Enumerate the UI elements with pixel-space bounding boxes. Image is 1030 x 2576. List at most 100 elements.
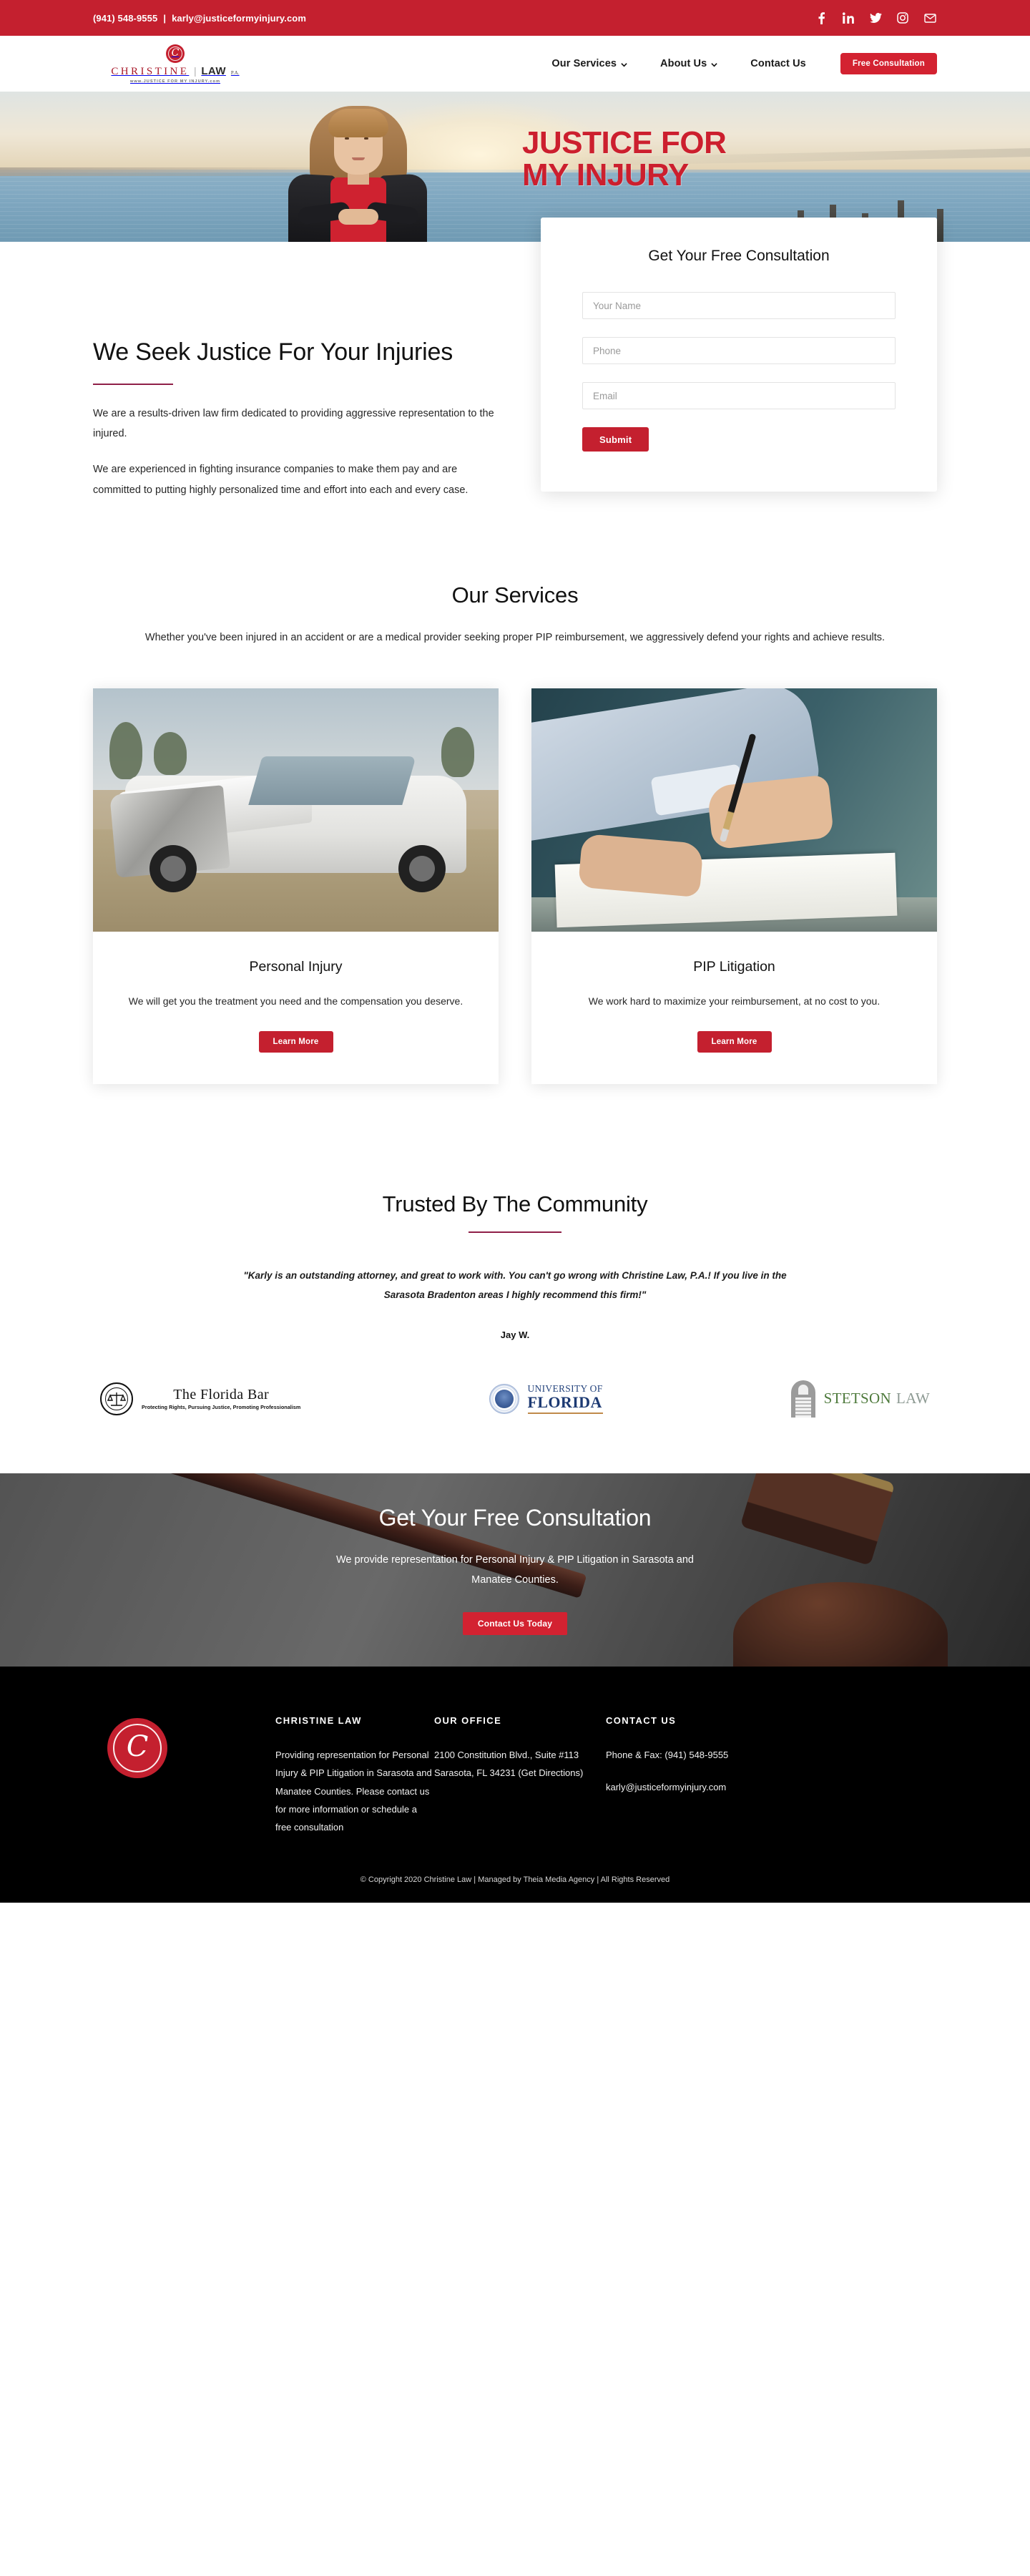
footer-monogram-letter: C <box>126 1730 149 1764</box>
instagram-icon[interactable] <box>896 11 910 25</box>
hero-piling <box>937 209 943 242</box>
testimonial-author: Jay W. <box>500 1329 530 1340</box>
top-contact-bar: (941) 548-9555 | karly@justiceformyinjur… <box>0 0 1030 36</box>
nav-label: Contact Us <box>750 58 806 69</box>
footer-copyright: © Copyright 2020 Christine Law | Managed… <box>0 1836 1030 1903</box>
main-navigation: Our Services About Us Contact Us <box>551 58 805 69</box>
footer-column-our-office: OUR OFFICE 2100 Constitution Blvd., Suit… <box>434 1715 606 1837</box>
logo-wordmark: CHRISTINE | LAW P.A. <box>111 65 239 78</box>
trust-section: Trusted By The Community "Karly is an ou… <box>0 1162 1030 1473</box>
service-card-pip-litigation[interactable]: PIP Litigation We work hard to maximize … <box>531 688 937 1084</box>
footer-heading-our-office: OUR OFFICE <box>434 1714 502 1726</box>
facebook-icon[interactable] <box>814 11 828 25</box>
footer-logo-column: C <box>93 1715 275 1837</box>
nav-item-our-services[interactable]: Our Services <box>551 58 627 69</box>
footer-about-text: Providing representation for Personal In… <box>275 1749 432 1833</box>
trust-logos: The Florida Bar Protecting Rights, Pursu… <box>93 1380 937 1418</box>
submit-button[interactable]: Submit <box>582 427 649 452</box>
footer-phone[interactable]: Phone & Fax: (941) 548-9555 <box>606 1746 842 1764</box>
logo-pa-suffix: P.A. <box>230 69 240 76</box>
twitter-icon[interactable] <box>868 11 883 25</box>
topbar-phone-link[interactable]: (941) 548-9555 <box>93 13 157 24</box>
hero-headline: JUSTICE FOR MY INJURY <box>522 125 727 192</box>
uf-line-1: UNIVERSITY OF <box>527 1383 603 1395</box>
hero-headline-line-1: JUSTICE FOR <box>522 125 727 160</box>
stetson-law-word: LAW <box>896 1390 930 1407</box>
email-icon[interactable] <box>923 11 937 25</box>
logo-monogram-letter: C <box>171 47 180 59</box>
attorney-portrait <box>254 97 461 242</box>
footer-email[interactable]: karly@justiceformyinjury.com <box>606 1778 842 1796</box>
intro-text-block: We Seek Justice For Your Injuries We are… <box>93 242 501 500</box>
contact-us-today-button[interactable]: Contact Us Today <box>462 1611 568 1635</box>
hero-headline-line-2: MY INJURY <box>522 157 689 192</box>
logo-divider: | <box>194 65 197 77</box>
form-title: Get Your Free Consultation <box>648 248 830 264</box>
nav-label: About Us <box>660 58 707 69</box>
services-title: Our Services <box>451 582 579 608</box>
page-root: (941) 548-9555 | karly@justiceformyinjur… <box>0 0 1030 1903</box>
email-input[interactable] <box>582 382 896 409</box>
trust-title: Trusted By The Community <box>382 1191 648 1216</box>
stetson-word: STETSON <box>823 1390 891 1407</box>
signing-document-photo <box>531 688 937 932</box>
intro-section: We Seek Justice For Your Injuries We are… <box>0 218 1030 514</box>
cta-subtitle: We provide representation for Personal I… <box>335 1554 694 1586</box>
footer-column-christine-law: CHRISTINE LAW Providing representation f… <box>275 1715 434 1837</box>
scales-of-justice-icon <box>100 1382 133 1415</box>
testimonial-quote: "Karly is an outstanding attorney, and g… <box>243 1269 787 1301</box>
service-title: Personal Injury <box>249 958 343 975</box>
logo-monogram-icon: C <box>166 44 185 63</box>
footer-column-contact-us: CONTACT US Phone & Fax: (941) 548-9555 k… <box>606 1715 842 1837</box>
services-subtitle: Whether you've been injured in an accide… <box>144 632 886 643</box>
uf-accent-rule <box>527 1412 603 1414</box>
services-cards: Personal Injury We will get you the trea… <box>93 688 937 1163</box>
social-links <box>814 11 937 25</box>
topbar-email-link[interactable]: karly@justiceformyinjury.com <box>172 13 306 24</box>
florida-bar-tagline: Protecting Rights, Pursuing Justice, Pro… <box>142 1403 301 1410</box>
site-header: C CHRISTINE | LAW P.A. www.JUSTICE FOR MY… <box>0 36 1030 92</box>
service-card-personal-injury[interactable]: Personal Injury We will get you the trea… <box>93 688 499 1084</box>
service-card-body: Personal Injury We will get you the trea… <box>93 932 499 1084</box>
wrecked-car-photo <box>93 688 499 932</box>
intro-paragraph-1: We are a results-driven law firm dedicat… <box>93 407 494 440</box>
your-name-input[interactable] <box>582 292 896 319</box>
topbar-contact-info: (941) 548-9555 | karly@justiceformyinjur… <box>93 13 306 24</box>
linkedin-icon[interactable] <box>841 11 855 25</box>
florida-bar-logo: The Florida Bar Protecting Rights, Pursu… <box>100 1382 300 1415</box>
free-consultation-button[interactable]: Free Consultation <box>840 53 937 74</box>
logo-firm-name: CHRISTINE <box>111 65 190 77</box>
logo-badge: C <box>166 44 185 63</box>
site-logo[interactable]: C CHRISTINE | LAW P.A. www.JUSTICE FOR MY… <box>93 44 258 84</box>
service-title: PIP Litigation <box>693 958 775 975</box>
chevron-down-icon <box>711 62 717 68</box>
footer-office-address[interactable]: 2100 Constitution Blvd., Suite #113 Sara… <box>434 1746 606 1782</box>
learn-more-button-pip-litigation[interactable]: Learn More <box>697 1030 772 1053</box>
services-section: Our Services Whether you've been injured… <box>0 514 1030 1163</box>
learn-more-button-personal-injury[interactable]: Learn More <box>258 1030 333 1053</box>
footer-logo-badge: C <box>107 1717 167 1778</box>
footer-heading-contact-us: CONTACT US <box>606 1714 677 1726</box>
service-card-body: PIP Litigation We work hard to maximize … <box>531 932 937 1084</box>
nav-item-contact-us[interactable]: Contact Us <box>750 58 806 69</box>
service-text: We will get you the treatment you need a… <box>128 995 464 1007</box>
consultation-form-card: Get Your Free Consultation Submit <box>541 218 937 492</box>
logo-tagline: www.JUSTICE FOR MY INJURY.com <box>130 79 220 84</box>
footer-heading-christine-law: CHRISTINE LAW <box>275 1714 362 1726</box>
nav-item-about-us[interactable]: About Us <box>660 58 717 69</box>
logo-law-word: LAW <box>201 64 226 77</box>
page-title: We Seek Justice For Your Injuries <box>93 338 453 366</box>
cta-content: Get Your Free Consultation We provide re… <box>315 1505 715 1635</box>
service-text: We work hard to maximize your reimbursem… <box>588 995 881 1007</box>
stetson-tower-icon <box>790 1380 815 1418</box>
site-footer: C CHRISTINE LAW Providing representation… <box>0 1666 1030 1837</box>
florida-bar-name: The Florida Bar <box>173 1386 270 1402</box>
trust-accent-rule <box>469 1231 561 1233</box>
intro-paragraph-2: We are experienced in fighting insurance… <box>93 464 469 496</box>
nav-label: Our Services <box>551 58 617 69</box>
cta-title: Get Your Free Consultation <box>378 1505 652 1531</box>
stetson-law-logo: STETSON LAW <box>790 1380 930 1418</box>
phone-input[interactable] <box>582 337 896 364</box>
university-of-florida-logo: UNIVERSITY OF FLORIDA <box>489 1383 603 1414</box>
topbar-separator: | <box>163 12 167 24</box>
